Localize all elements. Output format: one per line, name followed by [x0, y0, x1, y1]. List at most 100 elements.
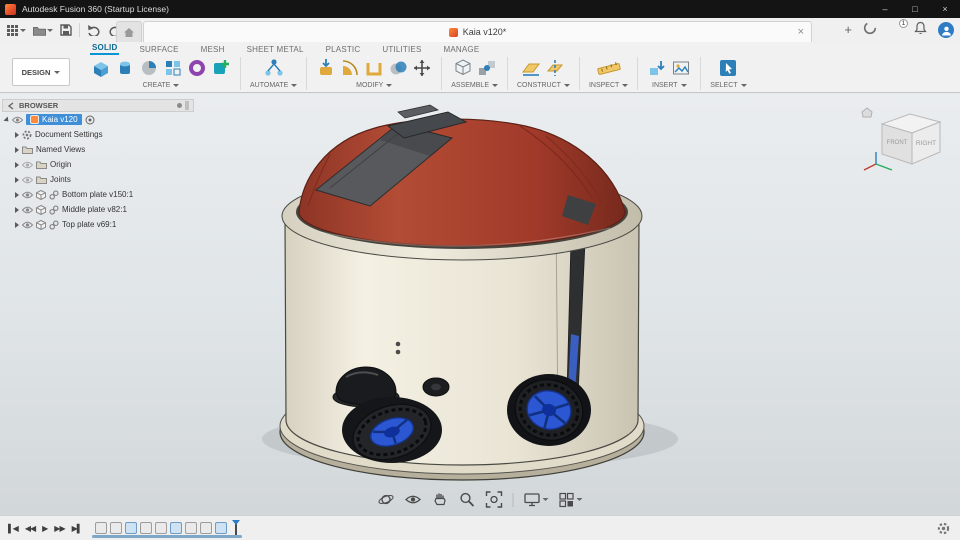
tab-surface[interactable]: SURFACE — [137, 45, 180, 55]
timeline-feature-icon[interactable] — [185, 522, 197, 534]
timeline-feature-icon[interactable] — [110, 522, 122, 534]
timeline-sketch-icon[interactable] — [125, 522, 137, 534]
home-icon[interactable] — [862, 108, 872, 117]
timeline-sketch-icon[interactable] — [170, 522, 182, 534]
tab-sheet-metal[interactable]: SHEET METAL — [245, 45, 306, 55]
notification-center-icon[interactable]: 1 — [888, 23, 903, 38]
timeline-feature-icon[interactable] — [155, 522, 167, 534]
canvas-icon[interactable] — [671, 58, 691, 78]
torus-icon[interactable] — [187, 58, 207, 78]
viewport-3d[interactable]: BROWSER Kaia v120 Document — [0, 94, 960, 515]
tab-solid[interactable]: SOLID — [90, 43, 119, 55]
construct-plane-icon[interactable] — [521, 58, 541, 78]
expand-arrow-icon[interactable] — [15, 222, 19, 228]
timeline-feature-icon[interactable] — [95, 522, 107, 534]
modify-group-label[interactable]: MODIFY — [356, 82, 392, 89]
collapse-arrow-icon[interactable] — [7, 102, 15, 110]
browser-row-bottom-plate[interactable]: Bottom plate v150:1 — [2, 187, 194, 202]
minimize-button[interactable]: – — [870, 0, 900, 18]
go-to-start-button[interactable]: ▌◀ — [8, 524, 18, 533]
timeline-feature-icon[interactable] — [200, 522, 212, 534]
construct-axis-icon[interactable] — [545, 58, 565, 78]
browser-row-joints[interactable]: Joints — [2, 172, 194, 187]
expand-arrow-icon[interactable] — [15, 162, 19, 168]
browser-row-top-plate[interactable]: Top plate v69:1 — [2, 217, 194, 232]
display-settings-icon[interactable] — [524, 492, 549, 507]
automate-icon[interactable] — [264, 58, 284, 78]
extrude-icon[interactable] — [115, 58, 135, 78]
document-tab[interactable]: Kaia v120* × — [143, 21, 812, 42]
look-at-icon[interactable] — [405, 491, 422, 508]
visibility-eye-icon[interactable] — [22, 176, 33, 184]
close-button[interactable]: × — [930, 0, 960, 18]
expand-arrow-icon[interactable] — [3, 116, 10, 123]
create-form-icon[interactable] — [211, 58, 231, 78]
browser-row-document-settings[interactable]: Document Settings — [2, 127, 194, 142]
automate-group-label[interactable]: AUTOMATE — [250, 82, 297, 89]
activate-radio-icon[interactable] — [85, 115, 95, 125]
new-component-icon[interactable] — [453, 58, 473, 78]
expand-arrow-icon[interactable] — [15, 177, 19, 183]
browser-row-root[interactable]: Kaia v120 — [2, 112, 194, 127]
visibility-eye-icon[interactable] — [22, 206, 33, 214]
view-cube[interactable]: FRONT RIGHT — [858, 102, 948, 176]
undo-icon[interactable] — [87, 24, 101, 36]
maximize-button[interactable]: □ — [900, 0, 930, 18]
root-component-chip[interactable]: Kaia v120 — [26, 114, 82, 125]
inspect-group-label[interactable]: INSPECT — [589, 82, 628, 89]
combine-icon[interactable] — [388, 58, 408, 78]
expand-arrow-icon[interactable] — [15, 192, 19, 198]
visibility-eye-icon[interactable] — [22, 191, 33, 199]
go-to-end-button[interactable]: ▶▌ — [72, 524, 82, 533]
insert-derive-icon[interactable] — [647, 58, 667, 78]
browser-header[interactable]: BROWSER — [2, 99, 194, 112]
tab-mesh[interactable]: MESH — [199, 45, 227, 55]
browser-row-named-views[interactable]: Named Views — [2, 142, 194, 157]
step-back-button[interactable]: ◀◀ — [25, 524, 35, 533]
press-pull-icon[interactable] — [316, 58, 336, 78]
pattern-icon[interactable] — [163, 58, 183, 78]
new-solid-icon[interactable] — [91, 58, 111, 78]
fillet-icon[interactable] — [340, 58, 360, 78]
panel-grip-icon[interactable] — [185, 101, 189, 110]
workspace-switcher[interactable]: DESIGN — [12, 58, 70, 86]
timeline-settings-gear-icon[interactable] — [937, 522, 960, 535]
robot-roller[interactable] — [423, 378, 449, 396]
visibility-eye-icon[interactable] — [12, 116, 23, 124]
timeline-sketch-icon[interactable] — [215, 522, 227, 534]
timeline-scrollbar[interactable] — [92, 535, 242, 538]
joint-icon[interactable] — [477, 58, 497, 78]
select-cursor-icon[interactable] — [718, 58, 738, 78]
fit-icon[interactable] — [486, 491, 503, 508]
zoom-icon[interactable] — [459, 491, 476, 508]
revolve-icon[interactable] — [139, 58, 159, 78]
tab-utilities[interactable]: UTILITIES — [380, 45, 423, 55]
close-tab-icon[interactable]: × — [798, 22, 804, 42]
tab-plastic[interactable]: PLASTIC — [324, 45, 363, 55]
step-forward-button[interactable]: ▶▶ — [54, 524, 64, 533]
measure-icon[interactable] — [596, 58, 622, 78]
timeline-feature-icon[interactable] — [140, 522, 152, 534]
create-group-label[interactable]: CREATE — [143, 82, 180, 89]
construct-group-label[interactable]: CONSTRUCT — [517, 82, 570, 89]
shell-icon[interactable] — [364, 58, 384, 78]
expand-arrow-icon[interactable] — [15, 147, 19, 153]
timeline-position-marker[interactable] — [232, 520, 241, 536]
visibility-eye-icon[interactable] — [22, 221, 33, 229]
move-icon[interactable] — [412, 58, 432, 78]
pan-icon[interactable] — [432, 491, 449, 508]
browser-row-middle-plate[interactable]: Middle plate v82:1 — [2, 202, 194, 217]
select-group-label[interactable]: SELECT — [710, 82, 746, 89]
expand-arrow-icon[interactable] — [15, 132, 19, 138]
save-icon[interactable] — [60, 24, 72, 36]
visibility-eye-icon[interactable] — [22, 161, 33, 169]
tab-manage[interactable]: MANAGE — [441, 45, 481, 55]
browser-row-origin[interactable]: Origin — [2, 157, 194, 172]
job-status-icon[interactable] — [863, 21, 877, 40]
expand-arrow-icon[interactable] — [15, 207, 19, 213]
assemble-group-label[interactable]: ASSEMBLE — [451, 82, 498, 89]
file-menu-icon[interactable] — [33, 25, 53, 36]
insert-group-label[interactable]: INSERT — [652, 82, 687, 89]
app-grid-menu-icon[interactable] — [6, 24, 26, 37]
new-tab-button[interactable]: + — [844, 19, 852, 41]
